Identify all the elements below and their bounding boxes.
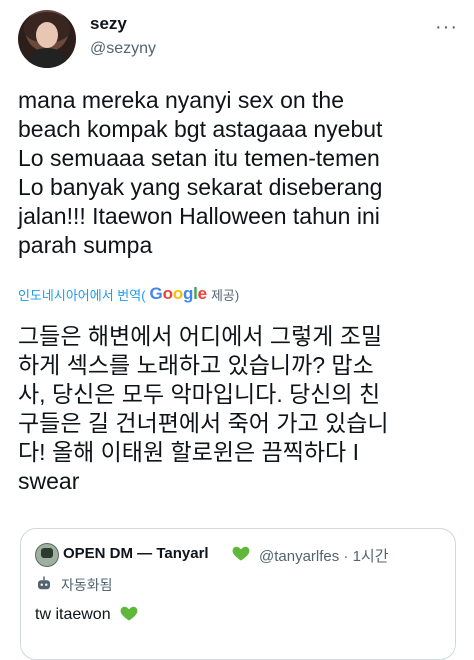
translated-from-link[interactable]: 인도네시아어에서 번역( — [18, 285, 146, 304]
quoted-author-name[interactable]: OPEN DM — Tanyarl — [63, 545, 209, 562]
author-name[interactable]: sezy — [90, 14, 127, 34]
green-heart-icon — [120, 606, 138, 621]
more-options-icon[interactable]: ··· — [435, 16, 458, 39]
quoted-tweet-text: tw itaewon — [35, 603, 139, 624]
quoted-text-content: tw itaewon — [35, 606, 111, 623]
automated-bot-icon — [38, 576, 50, 590]
quoted-author-avatar[interactable] — [35, 543, 59, 567]
google-logo: Google — [149, 284, 208, 303]
provided-by-label: 제공) — [210, 287, 240, 303]
translated-text: 그들은 해변에서 어디에서 그렇게 조밀 하게 섹스를 노래하고 있습니까? 맙… — [18, 323, 389, 494]
translation-attribution: 인도네시아어에서 번역( Google 제공) — [18, 284, 239, 304]
tweet-header: sezy @sezyny ··· — [18, 10, 458, 70]
tweet-text: mana mereka nyanyi sex on the beach komp… — [18, 87, 383, 258]
automated-label: 자동화됨 — [61, 577, 113, 593]
author-handle[interactable]: @sezyny — [90, 40, 156, 58]
green-heart-icon — [232, 546, 250, 561]
quoted-tweet[interactable]: OPEN DM — Tanyarl @tanyarlfes · 1시간 자동화됨… — [20, 528, 456, 660]
quoted-handle-time[interactable]: @tanyarlfes · 1시간 — [259, 545, 389, 566]
author-avatar[interactable] — [18, 10, 76, 68]
